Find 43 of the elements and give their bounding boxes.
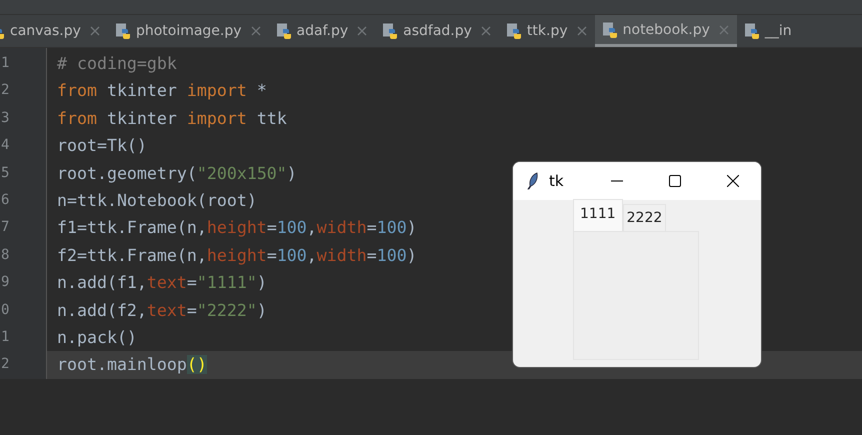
line-number: 2: [0, 81, 10, 100]
line-number: 2: [0, 355, 10, 374]
python-file-icon: [276, 23, 292, 39]
line-number: 7: [0, 218, 10, 238]
line-number: 3: [0, 108, 10, 128]
editor-tab[interactable]: adaf.py: [268, 15, 376, 47]
line-number: 9: [0, 273, 10, 292]
code-line: root.mainloop(): [57, 355, 207, 374]
code-line: from tkinter import ttk: [57, 108, 287, 128]
code-line: # coding=gbk: [57, 54, 177, 73]
feather-icon: [527, 172, 539, 190]
maximize-icon[interactable]: [669, 175, 681, 187]
notebook-tab[interactable]: 1111: [573, 199, 623, 231]
close-icon[interactable]: [727, 175, 739, 187]
python-file-icon: [602, 22, 618, 38]
code-line: f1=ttk.Frame(n,height=100,width=100): [57, 218, 417, 238]
window-title: tk: [549, 172, 564, 190]
code-line: f2=ttk.Frame(n,height=100,width=100): [57, 246, 417, 265]
python-file-icon: [506, 23, 522, 39]
line-number: 1: [0, 54, 10, 73]
line-number: 1: [0, 328, 10, 347]
code-line: n.add(f1,text="1111"): [57, 273, 267, 292]
editor-tab[interactable]: canvas.py: [0, 15, 108, 47]
line-number: 4: [0, 136, 10, 156]
notebook-tab[interactable]: 2222: [622, 204, 666, 231]
line-number: 8: [0, 246, 10, 265]
code-line: n=ttk.Notebook(root): [57, 190, 257, 210]
python-file-icon: [744, 23, 760, 39]
editor-tab[interactable]: __in: [736, 15, 800, 47]
code-line: root=Tk(): [57, 136, 147, 156]
line-number: 0: [0, 300, 10, 320]
editor-tab[interactable]: asdfad.py: [375, 15, 499, 47]
line-number: 6: [0, 190, 10, 210]
code-line: from tkinter import *: [57, 81, 267, 100]
editor-tab[interactable]: ttk.py: [498, 15, 595, 47]
editor-tab[interactable]: notebook.py: [594, 15, 737, 47]
editor-tab[interactable]: photoimage.py: [108, 15, 269, 47]
code-line: root.geometry("200x150"): [57, 164, 297, 183]
code-line: n.pack(): [57, 328, 137, 347]
python-file-icon: [382, 23, 398, 39]
code-line: n.add(f2,text="2222"): [57, 300, 267, 320]
python-file-icon: [114, 23, 131, 39]
line-number: 5: [0, 164, 10, 183]
